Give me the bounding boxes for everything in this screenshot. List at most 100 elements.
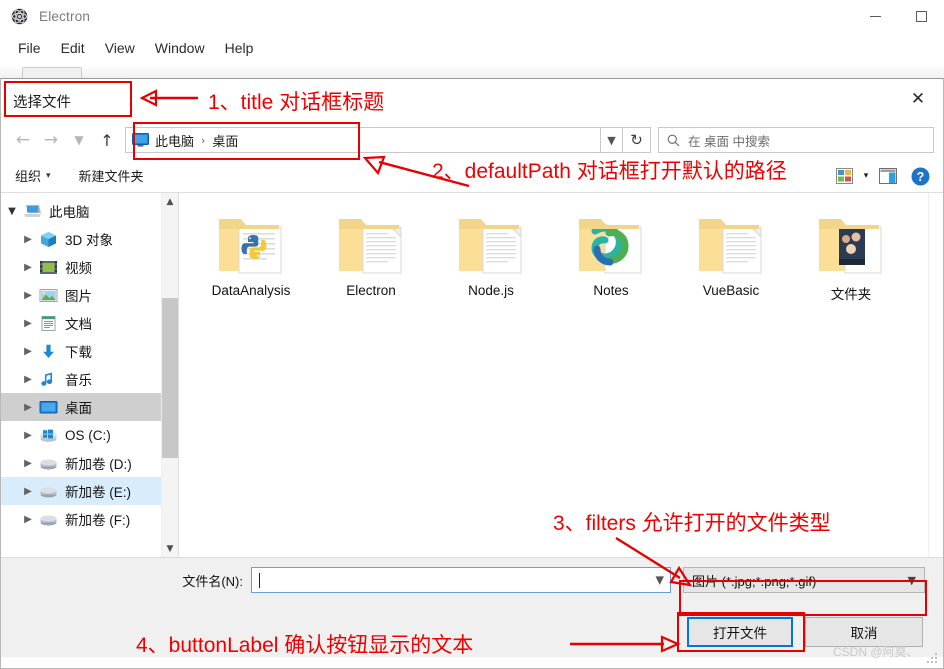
organize-label: 组织: [15, 169, 42, 184]
chevron-right-icon[interactable]: ▶: [17, 262, 39, 273]
file-open-dialog: 选择文件 ✕ ← → ▼ ↑ 此电脑 › 桌面 ▼ ↻ 在 桌面 中搜索 组织 …: [0, 78, 944, 669]
text-caret: [259, 572, 260, 588]
arrow-up-icon[interactable]: ↑: [93, 126, 121, 154]
file-item-vuebasic[interactable]: VueBasic: [671, 199, 791, 323]
chevron-down-icon[interactable]: ▼: [1, 206, 23, 217]
desktop-monitor-icon: [132, 133, 149, 147]
breadcrumb-segment-computer[interactable]: 此电脑: [155, 131, 194, 150]
chevron-right-icon[interactable]: ▶: [17, 514, 39, 525]
breadcrumb[interactable]: 此电脑 › 桌面: [125, 127, 601, 153]
filename-input[interactable]: ▼: [251, 567, 671, 593]
new-folder-label: 新建文件夹: [78, 169, 144, 184]
videos-icon: [40, 260, 57, 274]
chevron-right-icon-breadcrumb: ›: [201, 133, 206, 147]
sidebar-item-label: 视频: [65, 261, 92, 276]
chevron-right-icon[interactable]: ▶: [17, 290, 39, 301]
drive-icon: [40, 515, 57, 525]
chevron-right-icon[interactable]: ▶: [17, 458, 39, 469]
chevron-right-icon[interactable]: ▶: [17, 402, 39, 413]
cube-3d-icon: [41, 231, 56, 247]
scroll-up-icon[interactable]: ▲: [162, 193, 178, 210]
sidebar-item-pictures[interactable]: ▶ 图片: [1, 281, 178, 309]
file-item-dataanalysis[interactable]: DataAnalysis: [191, 199, 311, 323]
chevron-right-icon[interactable]: ▶: [17, 486, 39, 497]
window-controls: [852, 0, 944, 32]
chevron-right-icon[interactable]: ▶: [17, 318, 39, 329]
file-list-scrollbar[interactable]: [928, 193, 943, 557]
chevron-right-icon[interactable]: ▶: [17, 374, 39, 385]
sidebar-item-label: 3D 对象: [65, 233, 114, 248]
menu-item-view[interactable]: View: [95, 37, 145, 59]
electron-window-title: Electron: [39, 8, 91, 24]
folder-tree: ▼ 此电脑 ▶ 3D 对象 ▶ 视频 ▶ 图片 ▶ 文档 ▶ 下载 ▶ 音乐 ▶…: [1, 193, 178, 533]
sidebar-item-drive-f[interactable]: ▶ 新加卷 (F:): [1, 505, 178, 533]
csdn-watermark: CSDN @阿莫、: [833, 645, 919, 659]
chevron-down-icon-filename[interactable]: ▼: [656, 574, 664, 587]
breadcrumb-segment-desktop[interactable]: 桌面: [212, 131, 238, 150]
minimize-button[interactable]: [852, 0, 898, 32]
scroll-down-icon[interactable]: ▼: [162, 540, 178, 557]
refresh-icon[interactable]: ↻: [623, 127, 651, 153]
folder-document-icon: [339, 219, 402, 274]
menu-item-help[interactable]: Help: [215, 37, 264, 59]
menu-item-edit[interactable]: Edit: [51, 37, 95, 59]
dialog-titlebar: 选择文件 ✕: [1, 79, 943, 121]
sidebar-item-documents[interactable]: ▶ 文档: [1, 309, 178, 337]
arrow-left-icon[interactable]: ←: [9, 126, 37, 154]
sidebar-scrollbar[interactable]: ▲ ▼: [161, 193, 178, 557]
desktop-icon: [39, 400, 58, 413]
search-icon: [667, 134, 680, 146]
sidebar-item-os-c[interactable]: ▶ OS (C:): [1, 421, 178, 449]
preview-pane-icon[interactable]: [875, 163, 901, 189]
file-item-notes[interactable]: Notes: [551, 199, 671, 323]
minimize-icon: [869, 15, 881, 17]
sidebar-item-drive-e[interactable]: ▶ 新加卷 (E:): [1, 477, 178, 505]
menu-item-file[interactable]: File: [8, 37, 51, 59]
sidebar-item-downloads[interactable]: ▶ 下载: [1, 337, 178, 365]
chevron-down-icon-path[interactable]: ▼: [601, 127, 623, 153]
close-icon[interactable]: ✕: [901, 84, 935, 114]
search-input[interactable]: 在 桌面 中搜索: [658, 127, 934, 153]
file-item-label: Electron: [346, 283, 396, 298]
sidebar-item-drive-d[interactable]: ▶ 新加卷 (D:): [1, 449, 178, 477]
file-item-electron[interactable]: Electron: [311, 199, 431, 323]
chevron-down-icon-organize: ▾: [46, 170, 51, 181]
folder-document-icon: [459, 219, 522, 274]
navigation-sidebar: ▼ 此电脑 ▶ 3D 对象 ▶ 视频 ▶ 图片 ▶ 文档 ▶ 下载 ▶ 音乐 ▶…: [1, 193, 179, 557]
sidebar-item-videos[interactable]: ▶ 视频: [1, 253, 178, 281]
chevron-right-icon[interactable]: ▶: [17, 430, 39, 441]
help-question-icon[interactable]: ?: [907, 163, 933, 189]
sidebar-item-label: 桌面: [65, 401, 92, 416]
arrow-right-icon[interactable]: →: [37, 126, 65, 154]
maximize-button[interactable]: [898, 0, 944, 32]
windows-drive-icon: [40, 429, 57, 442]
menu-item-window[interactable]: Window: [145, 37, 215, 59]
resize-grip-icon[interactable]: [927, 653, 939, 665]
file-item-folder-cn[interactable]: 文件夹: [791, 199, 911, 323]
chevron-right-icon[interactable]: ▶: [17, 346, 39, 357]
chevron-down-icon-recent[interactable]: ▼: [65, 126, 93, 154]
sidebar-item-desktop[interactable]: ▶ 桌面: [1, 393, 178, 421]
file-item-label: VueBasic: [702, 283, 760, 298]
file-type-filter-select[interactable]: 图片 (*.jpg;*.png;*.gif) ▼: [683, 567, 925, 593]
open-file-button[interactable]: 打开文件: [687, 617, 793, 647]
sidebar-item-this-pc[interactable]: ▼ 此电脑: [1, 197, 178, 225]
svg-text:?: ?: [916, 170, 924, 184]
new-folder-button[interactable]: 新建文件夹: [79, 166, 144, 185]
file-item-nodejs[interactable]: Node.js: [431, 199, 551, 323]
dialog-toolbar: 组织 ▾ 新建文件夹 ▾ ?: [1, 159, 943, 193]
electron-menubar: File Edit View Window Help: [0, 32, 944, 64]
file-item-label: 文件夹: [830, 287, 872, 302]
sidebar-item-3d-objects[interactable]: ▶ 3D 对象: [1, 225, 178, 253]
scrollbar-thumb[interactable]: [162, 298, 178, 458]
folder-python-icon: [219, 219, 282, 274]
sidebar-item-label: 新加卷 (E:): [65, 485, 131, 500]
view-layout-icon[interactable]: [831, 163, 857, 189]
sidebar-item-music[interactable]: ▶ 音乐: [1, 365, 178, 393]
dialog-nav-row: ← → ▼ ↑ 此电脑 › 桌面 ▼ ↻ 在 桌面 中搜索: [1, 121, 943, 159]
sidebar-item-label: 音乐: [65, 373, 92, 388]
chevron-right-icon[interactable]: ▶: [17, 234, 39, 245]
organize-button[interactable]: 组织 ▾: [15, 166, 51, 185]
chevron-down-icon-view[interactable]: ▾: [857, 163, 875, 189]
folder-onenote-icon: [579, 219, 642, 274]
